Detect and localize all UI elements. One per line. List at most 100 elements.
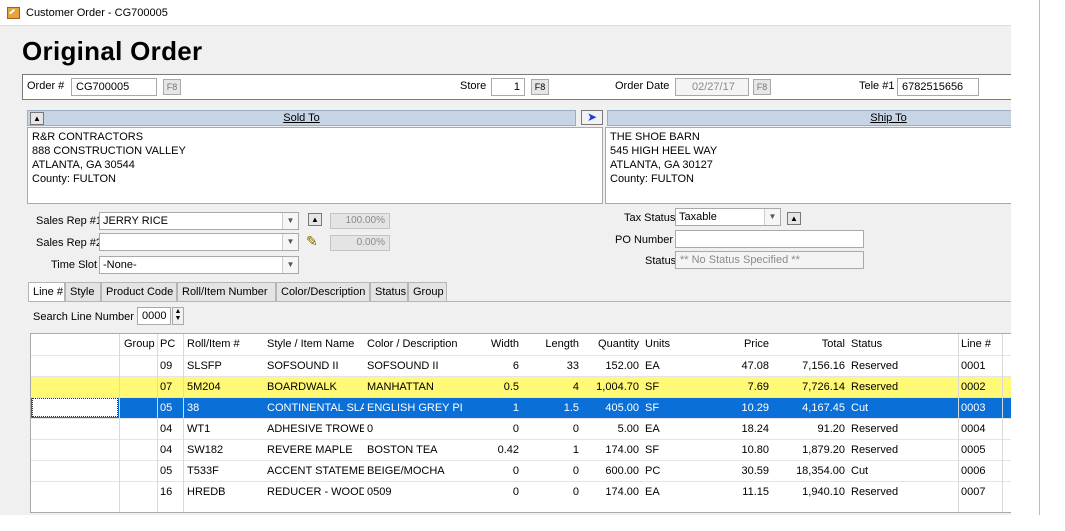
order-lookup-f8-button[interactable]: F8 bbox=[163, 79, 181, 95]
cell-length: 4 bbox=[572, 381, 579, 393]
sold-to-line-3: ATLANTA, GA 30544 bbox=[32, 159, 135, 171]
cell-roll-item: SLSFP bbox=[187, 360, 222, 372]
cell-width: 0 bbox=[512, 465, 519, 477]
cell-line: 0006 bbox=[961, 465, 986, 477]
tab-style[interactable]: Style bbox=[65, 282, 101, 301]
col-header-status[interactable]: Status bbox=[848, 334, 958, 354]
spinner-icon[interactable]: ▲ ▼ bbox=[172, 307, 184, 325]
cell-units: PC bbox=[645, 465, 661, 477]
col-header-color[interactable]: Color / Description bbox=[364, 334, 462, 354]
cell-price: 18.24 bbox=[741, 423, 769, 435]
cell-units: SF bbox=[645, 444, 660, 456]
dropdown-arrow-icon[interactable]: ▼ bbox=[282, 257, 298, 273]
tele1-field[interactable]: 6782515656 bbox=[897, 78, 979, 96]
cell-pc: 07 bbox=[160, 381, 173, 393]
col-header-units[interactable]: Units bbox=[642, 334, 710, 354]
store-field[interactable]: 1 bbox=[491, 78, 525, 96]
time-slot-select[interactable]: -None- ▼ bbox=[99, 256, 299, 274]
title-bar: Customer Order - CG700005 bbox=[0, 0, 1039, 26]
tab-roll-item-number[interactable]: Roll/Item Number bbox=[177, 282, 276, 301]
copy-to-ship-button[interactable]: ➤ bbox=[581, 110, 603, 125]
pencil-eraser-icon[interactable]: ✎ bbox=[306, 232, 326, 250]
cell-length: 1 bbox=[572, 444, 579, 456]
po-number-field[interactable] bbox=[675, 230, 864, 248]
cell-pc: 05 bbox=[160, 465, 173, 477]
rep2-percent: 0.00% bbox=[330, 235, 390, 251]
cell-pc: 04 bbox=[160, 444, 173, 456]
col-header-total[interactable]: Total bbox=[772, 334, 848, 354]
sales-rep1-value: JERRY RICE bbox=[103, 215, 169, 227]
cell-status: Reserved bbox=[851, 486, 899, 498]
tab-group[interactable]: Group bbox=[408, 282, 447, 301]
order-date-field[interactable]: 02/27/17 bbox=[675, 78, 749, 96]
grid-divider bbox=[183, 334, 184, 512]
cell-total: 18,354.00 bbox=[796, 465, 845, 477]
cell-units: SF bbox=[645, 381, 660, 393]
cell-line: 0002 bbox=[961, 381, 986, 393]
cell-price: 30.59 bbox=[741, 465, 769, 477]
cell-pc: 09 bbox=[160, 360, 173, 372]
rep1-lock-icon[interactable]: ▲ bbox=[308, 213, 322, 226]
search-line-input[interactable]: 0000 bbox=[137, 307, 171, 325]
cell-roll-item: WT1 bbox=[187, 423, 211, 435]
ship-to-line-1: THE SHOE BARN bbox=[610, 131, 700, 143]
cell-width: 6 bbox=[512, 360, 519, 372]
sold-to-line-4: County: FULTON bbox=[32, 173, 116, 185]
col-header-group[interactable]: Group bbox=[121, 334, 157, 354]
cell-color: 0 bbox=[367, 423, 374, 435]
store-lookup-f8-button[interactable]: F8 bbox=[531, 79, 549, 95]
tax-lock-icon[interactable]: ▲ bbox=[787, 212, 801, 225]
tab-product-code[interactable]: Product Code bbox=[101, 282, 177, 301]
tele1-label: Tele #1 bbox=[859, 80, 895, 92]
cell-price: 47.08 bbox=[741, 360, 769, 372]
cell-total: 4,167.45 bbox=[802, 402, 845, 414]
time-slot-value: -None- bbox=[103, 259, 137, 271]
tab-status[interactable]: Status bbox=[370, 282, 408, 301]
cell-style: CONTINENTAL SLA bbox=[267, 402, 364, 414]
col-header-line[interactable]: Line # bbox=[958, 334, 1002, 354]
torn-edge-decoration bbox=[1011, 0, 1039, 531]
lock-icon[interactable]: ▲ bbox=[30, 112, 44, 125]
tax-status-select[interactable]: Taxable ▼ bbox=[675, 208, 781, 226]
cell-width: 1 bbox=[512, 402, 519, 414]
cell-total: 7,726.14 bbox=[802, 381, 845, 393]
sold-to-title: Sold To bbox=[283, 112, 320, 124]
cell-status: Cut bbox=[851, 465, 869, 477]
dropdown-arrow-icon[interactable]: ▼ bbox=[282, 234, 298, 250]
col-header-price[interactable]: Price bbox=[710, 334, 772, 354]
cell-status: Reserved bbox=[851, 444, 899, 456]
tab-color-description[interactable]: Color/Description bbox=[276, 282, 370, 301]
cell-length: 0 bbox=[572, 486, 579, 498]
cell-price: 10.29 bbox=[741, 402, 769, 414]
cell-status: Reserved bbox=[851, 423, 899, 435]
col-header-pc[interactable]: PC bbox=[157, 334, 183, 354]
col-header-roll-item[interactable]: Roll/Item # bbox=[184, 334, 264, 354]
col-header-length[interactable]: Length bbox=[522, 334, 582, 354]
sales-rep2-select[interactable]: ▼ bbox=[99, 233, 299, 251]
order-number-field[interactable]: CG700005 bbox=[71, 78, 157, 96]
order-header-bar: Order # CG700005 F8 Store 1 F8 Order Dat… bbox=[22, 74, 1039, 100]
status-field: ** No Status Specified ** bbox=[675, 251, 864, 269]
order-lines-grid: Group PC Roll/Item # Style / Item Name C… bbox=[30, 333, 1039, 513]
store-label: Store bbox=[460, 80, 487, 92]
col-header-quantity[interactable]: Quantity bbox=[582, 334, 642, 354]
dropdown-arrow-icon[interactable]: ▼ bbox=[764, 209, 780, 225]
cell-roll-item: 5M204 bbox=[187, 381, 221, 393]
cell-line: 0003 bbox=[961, 402, 986, 414]
sold-to-line-2: 888 CONSTRUCTION VALLEY bbox=[32, 145, 186, 157]
ship-to-title: Ship To bbox=[870, 112, 907, 124]
focused-cell[interactable] bbox=[32, 398, 118, 417]
order-date-f8-button[interactable]: F8 bbox=[753, 79, 771, 95]
cell-length: 1.5 bbox=[563, 402, 579, 414]
time-slot-label: Time Slot bbox=[51, 259, 98, 271]
dropdown-arrow-icon[interactable]: ▼ bbox=[282, 213, 298, 229]
col-header-width[interactable]: Width bbox=[462, 334, 522, 354]
tab-line-number[interactable]: Line # bbox=[28, 282, 65, 302]
cell-quantity: 174.00 bbox=[605, 444, 639, 456]
col-header-style[interactable]: Style / Item Name bbox=[264, 334, 364, 354]
sales-rep1-select[interactable]: JERRY RICE ▼ bbox=[99, 212, 299, 230]
cell-price: 7.69 bbox=[747, 381, 769, 393]
grid-divider bbox=[1002, 334, 1003, 512]
cell-pc: 05 bbox=[160, 402, 173, 414]
ship-to-header: Ship To bbox=[607, 110, 1039, 126]
